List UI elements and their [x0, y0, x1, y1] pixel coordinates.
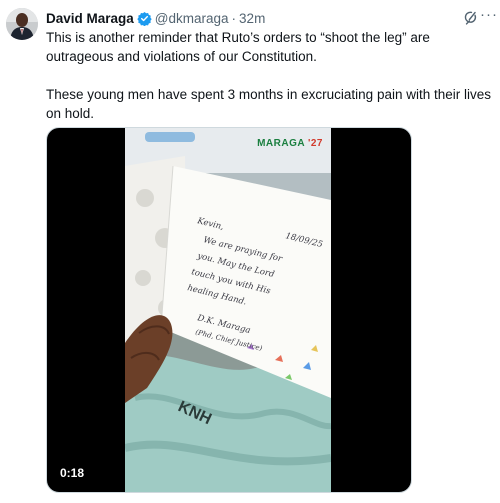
video-duration: 0:18: [55, 464, 90, 482]
author-handle[interactable]: @dkmaraga: [155, 11, 229, 26]
avatar[interactable]: [6, 8, 38, 40]
header-separator: ·: [231, 10, 237, 26]
video-frame[interactable]: KNH Kevin, 18/09/25 We are praying for y…: [125, 128, 331, 492]
tweet-paragraph-1: This is another reminder that Ruto’s ord…: [46, 30, 430, 64]
tweet[interactable]: David Maraga @dkmaraga · 32m ··· This is…: [0, 0, 500, 503]
video-logo: MARAGA '27: [257, 138, 323, 149]
video-thumbnail: KNH Kevin, 18/09/25 We are praying for y…: [125, 128, 331, 492]
tweet-header: David Maraga @dkmaraga · 32m: [46, 8, 492, 28]
post-time[interactable]: 32m: [239, 11, 265, 26]
author-name[interactable]: David Maraga: [46, 11, 134, 26]
verified-badge-icon: [137, 11, 152, 26]
tweet-text: This is another reminder that Ruto’s ord…: [46, 28, 494, 123]
logo-name: MARAGA: [257, 138, 305, 149]
logo-year: '27: [307, 138, 323, 149]
video-player[interactable]: KNH Kevin, 18/09/25 We are praying for y…: [46, 127, 412, 493]
tweet-paragraph-2: These young men have spent 3 months in e…: [46, 87, 491, 121]
grok-icon[interactable]: [463, 9, 480, 26]
more-options-icon[interactable]: ···: [480, 6, 498, 23]
